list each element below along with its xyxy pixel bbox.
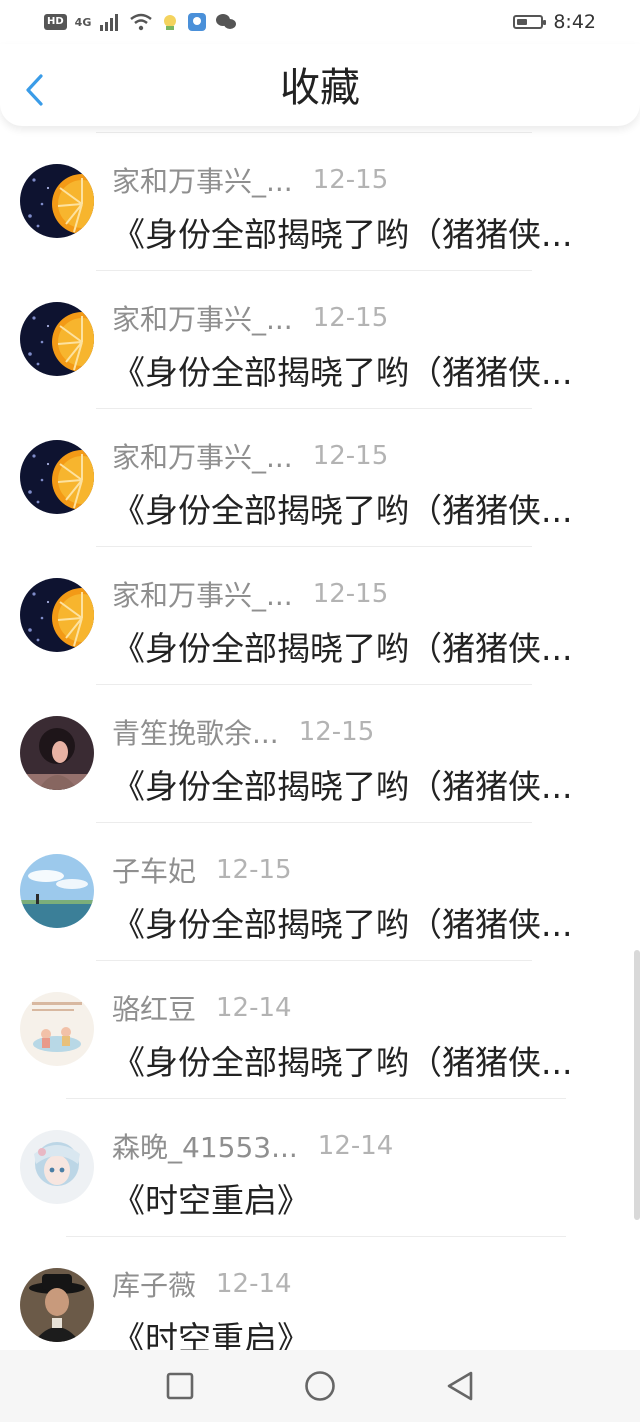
item-title[interactable]: 《身份全部揭晓了哟（猪猪侠...: [112, 346, 602, 394]
app-badge-icon: [188, 13, 207, 31]
divider: [96, 684, 532, 685]
dark-portrait-avatar[interactable]: [20, 716, 94, 790]
app-notification-icon: [164, 15, 177, 30]
item-meta: 家和万事兴_... 12-15: [112, 160, 388, 200]
page-title: 收藏: [280, 65, 360, 111]
hd-badge: HD: [44, 14, 67, 30]
divider: [96, 822, 532, 823]
hat-man-avatar[interactable]: [20, 1268, 94, 1342]
item-meta: 库子薇 12-14: [112, 1264, 292, 1304]
post-date: 12-14: [216, 993, 292, 1023]
header: 收藏: [0, 44, 640, 126]
author-name[interactable]: 家和万事兴_...: [112, 574, 293, 614]
wechat-icon: [216, 14, 237, 29]
list-item[interactable]: 家和万事兴_... 12-15 《身份全部揭晓了哟（猪猪侠...: [0, 408, 640, 546]
recent-apps-icon: [166, 1372, 194, 1400]
author-name[interactable]: 青笙挽歌余...: [112, 712, 279, 752]
item-meta: 骆红豆 12-14: [112, 988, 292, 1028]
list-item[interactable]: 家和万事兴_... 12-15 《身份全部揭晓了哟（猪猪侠...: [0, 270, 640, 408]
post-date: 12-15: [216, 855, 292, 885]
list-item[interactable]: 家和万事兴_... 12-15 《身份全部揭晓了哟（猪猪侠...: [0, 546, 640, 684]
divider: [96, 132, 532, 133]
item-meta: 青笙挽歌余... 12-15: [112, 712, 374, 752]
signal-icon: [100, 14, 119, 31]
divider: [66, 1098, 566, 1099]
author-name[interactable]: 子车妃: [112, 850, 196, 890]
divider: [96, 408, 532, 409]
orange-slice-avatar[interactable]: [20, 578, 94, 652]
network-indicator: 4G: [74, 15, 92, 29]
item-title[interactable]: 《身份全部揭晓了哟（猪猪侠...: [112, 1036, 602, 1084]
item-meta: 家和万事兴_... 12-15: [112, 436, 388, 476]
item-title[interactable]: 《身份全部揭晓了哟（猪猪侠...: [112, 208, 602, 256]
author-name[interactable]: 家和万事兴_...: [112, 436, 293, 476]
home-icon: [305, 1371, 335, 1401]
status-left: HD 4G: [44, 8, 237, 36]
orange-slice-avatar[interactable]: [20, 302, 94, 376]
battery-icon: [513, 15, 547, 29]
divider: [96, 270, 532, 271]
item-title[interactable]: 《时空重启》: [112, 1174, 602, 1222]
list-item[interactable]: 家和万事兴_... 12-15 《身份全部揭晓了哟（猪猪侠...: [0, 132, 640, 270]
post-date: 12-14: [317, 1131, 394, 1161]
divider: [66, 1236, 566, 1237]
list-item[interactable]: 骆红豆 12-14 《身份全部揭晓了哟（猪猪侠...: [0, 960, 640, 1098]
post-date: 12-15: [312, 165, 389, 195]
clock: 8:42: [553, 11, 596, 33]
battery-level: [517, 19, 528, 25]
post-date: 12-15: [312, 441, 389, 471]
post-date: 12-15: [312, 579, 389, 609]
item-title[interactable]: 《身份全部揭晓了哟（猪猪侠...: [112, 898, 602, 946]
back-triangle-icon: [447, 1371, 473, 1401]
author-name[interactable]: 库子薇: [112, 1264, 196, 1304]
recent-apps-button[interactable]: [156, 1362, 204, 1410]
home-button[interactable]: [296, 1362, 344, 1410]
back-nav-button[interactable]: [436, 1362, 484, 1410]
orange-slice-avatar[interactable]: [20, 440, 94, 514]
anime-girl-avatar[interactable]: [20, 1130, 94, 1204]
sky-landscape-avatar[interactable]: [20, 854, 94, 928]
wifi-icon: [130, 13, 153, 31]
post-date: 12-15: [312, 303, 389, 333]
author-name[interactable]: 森晚_41553...: [112, 1126, 298, 1166]
author-name[interactable]: 骆红豆: [112, 988, 196, 1028]
scrollbar[interactable]: [634, 950, 640, 1220]
post-date: 12-15: [298, 717, 375, 747]
item-meta: 子车妃 12-15: [112, 850, 292, 890]
list-item[interactable]: 青笙挽歌余... 12-15 《身份全部揭晓了哟（猪猪侠...: [0, 684, 640, 822]
item-meta: 家和万事兴_... 12-15: [112, 574, 388, 614]
list-item[interactable]: 子车妃 12-15 《身份全部揭晓了哟（猪猪侠...: [0, 822, 640, 960]
divider: [96, 546, 532, 547]
post-date: 12-14: [216, 1269, 292, 1299]
list-item[interactable]: 森晚_41553... 12-14 《时空重启》: [0, 1098, 640, 1236]
system-nav-bar: [0, 1350, 640, 1422]
item-meta: 家和万事兴_... 12-15: [112, 298, 388, 338]
orange-slice-avatar[interactable]: [20, 164, 94, 238]
item-title[interactable]: 《身份全部揭晓了哟（猪猪侠...: [112, 622, 602, 670]
item-title[interactable]: 《身份全部揭晓了哟（猪猪侠...: [112, 760, 602, 808]
author-name[interactable]: 家和万事兴_...: [112, 160, 293, 200]
status-bar: HD 4G 8:42: [0, 0, 640, 44]
item-meta: 森晚_41553... 12-14: [112, 1126, 393, 1166]
status-right: 8:42: [513, 8, 596, 36]
illustration-avatar[interactable]: [20, 992, 94, 1066]
item-title[interactable]: 《身份全部揭晓了哟（猪猪侠...: [112, 484, 602, 532]
divider: [96, 960, 532, 961]
author-name[interactable]: 家和万事兴_...: [112, 298, 293, 338]
